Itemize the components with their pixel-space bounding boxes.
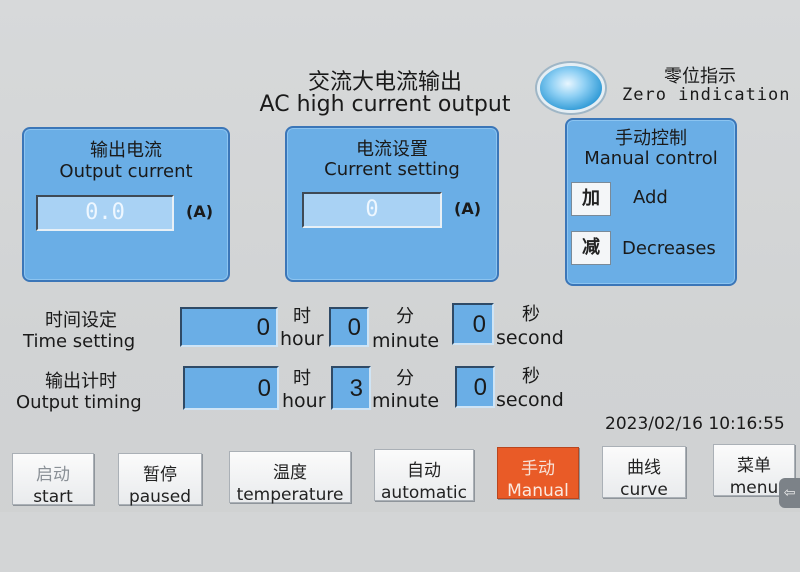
pause-button-label-cn: 暂停	[143, 465, 177, 485]
time-setting-second-input[interactable]: 0	[452, 303, 494, 345]
date-time-display: 2023/02/16 10:16:55	[605, 414, 785, 434]
start-button-label-cn: 启动	[36, 465, 70, 485]
output-timing-second-unit-cn: 秒	[522, 366, 540, 387]
add-label: Add	[633, 187, 668, 208]
current-setting-title-en: Current setting	[324, 159, 460, 180]
add-button[interactable]: 加	[571, 182, 611, 216]
current-setting-panel: 电流设置 Current setting 0 (A)	[285, 126, 499, 282]
manual-control-title-cn: 手动控制	[615, 128, 687, 149]
pause-button[interactable]: 暂停 paused	[118, 453, 202, 507]
curve-button-label-en: curve	[620, 480, 668, 500]
time-setting-hour-unit-en: hour	[280, 328, 324, 350]
output-timing-minute-unit-cn: 分	[396, 368, 414, 389]
curve-button-label-cn: 曲线	[627, 458, 661, 478]
time-setting-second-unit-cn: 秒	[522, 304, 540, 325]
temperature-button[interactable]: 温度 temperature	[229, 451, 351, 505]
output-timing-hour-unit-cn: 时	[293, 368, 311, 389]
time-setting-hour-input[interactable]: 0	[180, 307, 278, 347]
output-timing-second-unit-en: second	[496, 389, 564, 411]
temperature-button-label-cn: 温度	[273, 463, 307, 483]
start-button-label-en: start	[33, 487, 73, 507]
hmi-screen: 交流大电流输出 AC high current output 零位指示 Zero…	[0, 0, 800, 572]
automatic-button-label-cn: 自动	[407, 461, 441, 481]
automatic-button-label-en: automatic	[381, 483, 467, 503]
output-timing-second-display: 0	[455, 366, 495, 408]
output-current-title-en: Output current	[59, 161, 193, 182]
output-current-title-cn: 输出电流	[90, 140, 162, 161]
output-timing-minute-display: 3	[331, 366, 371, 410]
time-setting-label-cn: 时间设定	[45, 310, 117, 331]
manual-control-panel: 手动控制 Manual control 加 Add 减 Decreases	[565, 118, 737, 286]
output-current-unit: (A)	[186, 202, 214, 221]
output-timing-label-cn: 输出计时	[45, 371, 117, 392]
output-timing-minute-unit-en: minute	[372, 390, 440, 412]
pause-button-label-en: paused	[128, 487, 192, 507]
time-setting-minute-unit-cn: 分	[396, 306, 414, 327]
decrease-label: Decreases	[622, 238, 716, 259]
manual-button-label-cn: 手动	[521, 459, 555, 479]
automatic-button[interactable]: 自动 automatic	[374, 449, 474, 503]
manual-button[interactable]: 手动 Manual	[497, 447, 579, 501]
time-setting-second-unit-en: second	[496, 327, 564, 349]
time-setting-minute-unit-en: minute	[372, 330, 440, 352]
current-setting-input[interactable]: 0	[302, 192, 442, 228]
time-setting-hour-unit-cn: 时	[293, 306, 311, 327]
zero-indicator-label-en: Zero indication	[622, 85, 791, 105]
output-current-panel: 输出电流 Output current 0.0 (A)	[22, 127, 230, 282]
curve-button[interactable]: 曲线 curve	[602, 446, 686, 500]
temperature-button-label-en: temperature	[236, 485, 344, 505]
output-current-readout: 0.0	[36, 195, 174, 231]
decrease-button[interactable]: 减	[571, 231, 611, 265]
manual-button-label-en: Manual	[507, 481, 569, 501]
zero-indicator-lamp-icon	[540, 66, 602, 110]
time-setting-minute-input[interactable]: 0	[329, 307, 369, 347]
screen-bezel-strip	[0, 512, 800, 572]
menu-button-label-cn: 菜单	[737, 456, 771, 476]
manual-control-title-en: Manual control	[584, 148, 718, 169]
side-scroll-handle-icon[interactable]: ⇦	[779, 478, 800, 508]
output-timing-hour-unit-en: hour	[282, 390, 326, 412]
start-button[interactable]: 启动 start	[12, 453, 94, 507]
output-timing-hour-display: 0	[183, 366, 279, 410]
current-setting-title-cn: 电流设置	[356, 139, 428, 160]
time-setting-label-en: Time setting	[23, 331, 136, 352]
current-setting-unit: (A)	[454, 199, 482, 218]
output-timing-label-en: Output timing	[16, 392, 142, 413]
